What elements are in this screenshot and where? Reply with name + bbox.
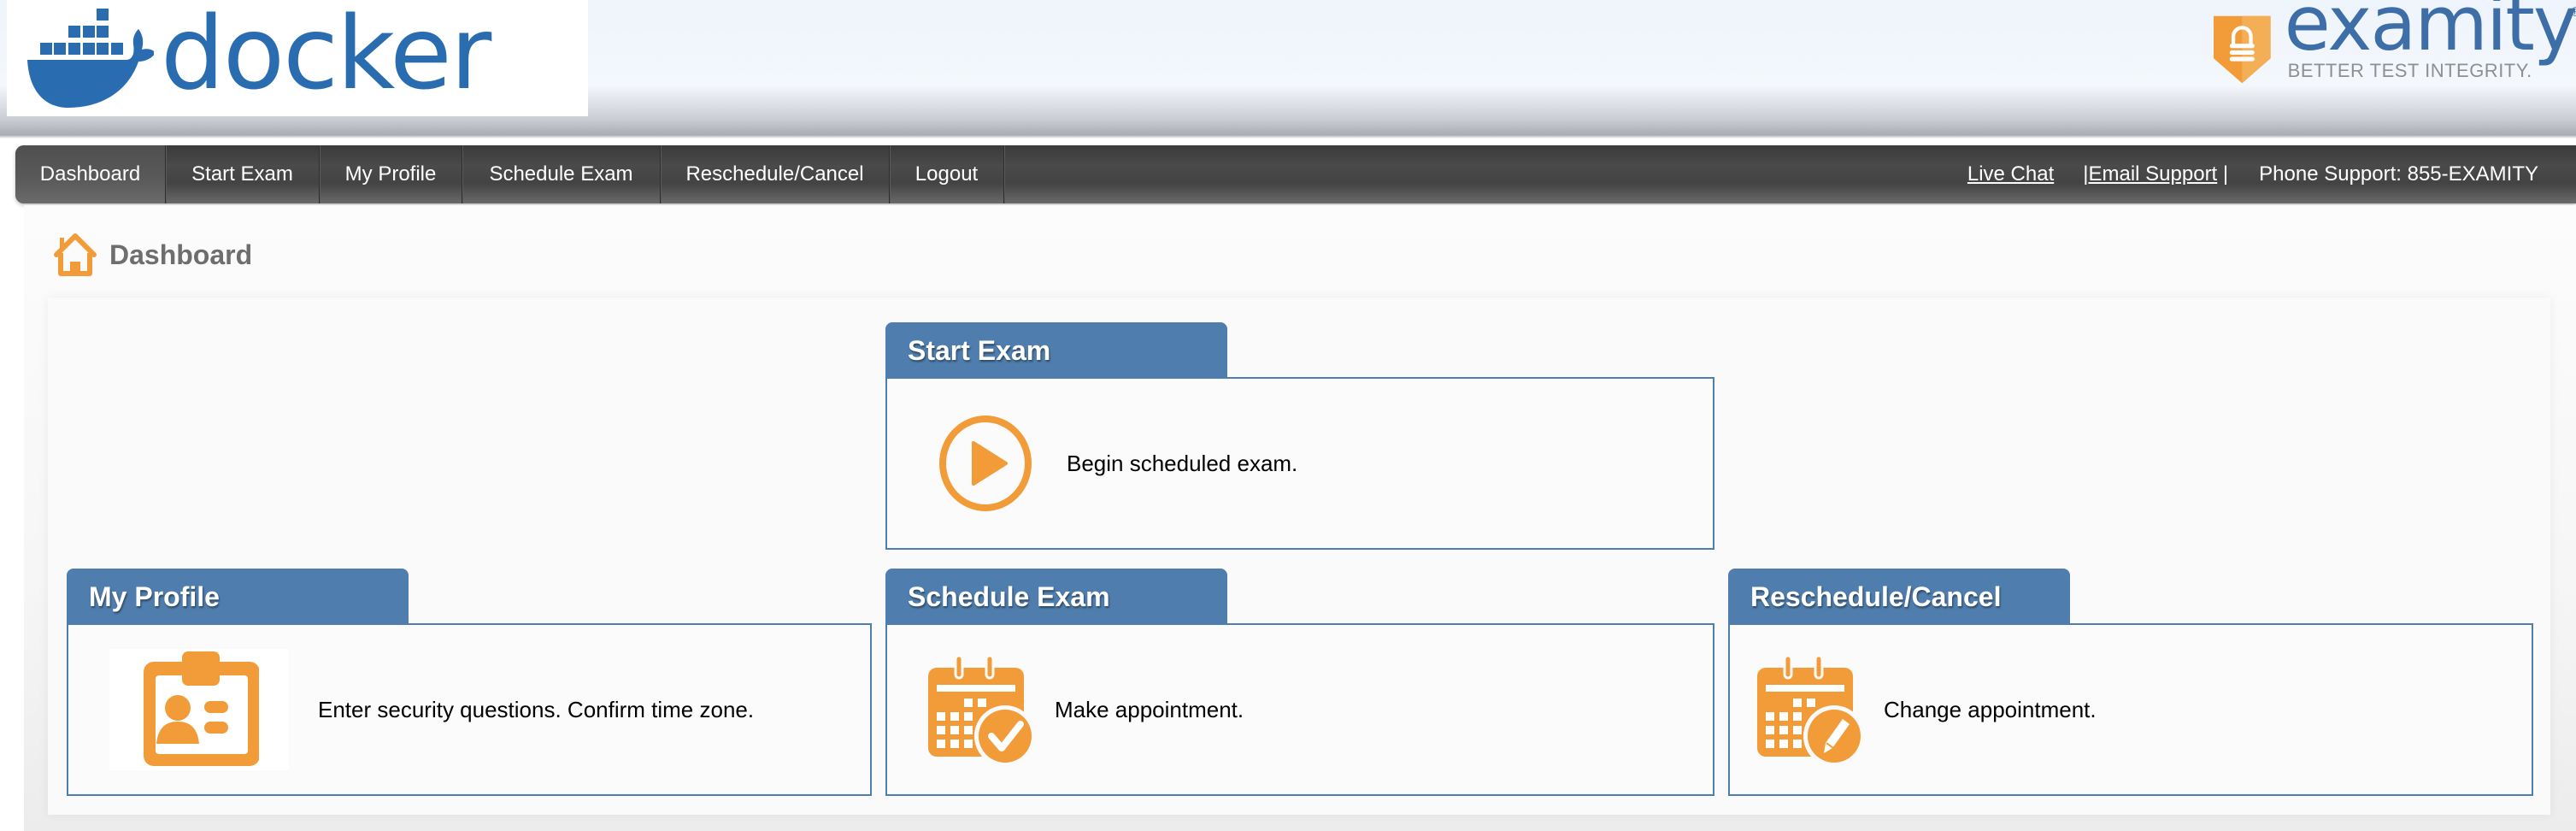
card-my-profile-body[interactable]: Enter security questions. Confirm time z… <box>67 623 872 796</box>
dashboard-panel: Start Exam Begin scheduled exam. My Prof… <box>48 298 2550 815</box>
examity-wordmark: examity <box>2284 0 2576 68</box>
nav-reschedule-cancel[interactable]: Reschedule/Cancel <box>661 145 890 203</box>
card-reschedule-cancel-title[interactable]: Reschedule/Cancel <box>1728 569 2070 625</box>
docker-wordmark: docker <box>161 0 491 112</box>
phone-support-text: Phone Support: 855-EXAMITY <box>2259 162 2538 186</box>
separator: | <box>2217 162 2229 186</box>
card-reschedule-cancel-description: Change appointment. <box>1884 696 2097 722</box>
card-start-exam-body[interactable]: Begin scheduled exam. <box>885 377 1714 550</box>
page-title: Dashboard <box>51 229 252 280</box>
nav-dashboard[interactable]: Dashboard <box>15 145 166 203</box>
card-my-profile[interactable]: My Profile Enter security questions. Con… <box>67 569 872 796</box>
nav-schedule-exam[interactable]: Schedule Exam <box>462 145 661 203</box>
docker-whale-icon <box>27 9 154 108</box>
support-links: Live Chat | Email Support | Phone Suppor… <box>1967 145 2576 203</box>
card-reschedule-cancel-body[interactable]: Change appointment. <box>1728 623 2533 796</box>
card-start-exam[interactable]: Start Exam Begin scheduled exam. <box>885 322 1714 550</box>
main-navbar: Dashboard Start Exam My Profile Schedule… <box>15 145 2576 203</box>
card-reschedule-cancel[interactable]: Reschedule/Cancel Change appointment. <box>1728 569 2533 796</box>
examity-shield-lock-icon <box>2214 15 2271 84</box>
card-start-exam-description: Begin scheduled exam. <box>1067 450 1298 476</box>
header: docker examity ® BETTER TEST INTEGRITY. <box>0 0 2576 137</box>
registered-mark: ® <box>2571 5 2576 21</box>
nav-logout[interactable]: Logout <box>890 145 1004 203</box>
docker-logo: docker <box>7 0 588 116</box>
card-schedule-exam-body[interactable]: Make appointment. <box>885 623 1714 796</box>
home-icon <box>54 233 97 276</box>
card-schedule-exam-title[interactable]: Schedule Exam <box>885 569 1227 625</box>
examity-logo: examity ® BETTER TEST INTEGRITY. <box>2214 0 2576 103</box>
calendar-edit-icon <box>1757 654 1865 767</box>
email-support-link[interactable]: Email Support <box>2088 162 2217 186</box>
id-badge-icon <box>144 651 259 766</box>
card-start-exam-title[interactable]: Start Exam <box>885 322 1227 379</box>
card-my-profile-title[interactable]: My Profile <box>67 569 409 625</box>
play-circle-icon <box>939 416 1032 511</box>
calendar-check-icon <box>928 654 1036 767</box>
live-chat-link[interactable]: Live Chat <box>1967 162 2054 186</box>
nav-my-profile[interactable]: My Profile <box>320 145 462 203</box>
card-schedule-exam[interactable]: Schedule Exam Make appointment. <box>885 569 1714 796</box>
card-schedule-exam-description: Make appointment. <box>1055 696 1244 722</box>
card-my-profile-description: Enter security questions. Confirm time z… <box>318 696 755 722</box>
nav-start-exam[interactable]: Start Exam <box>166 145 320 203</box>
page-title-text: Dashboard <box>109 239 253 270</box>
